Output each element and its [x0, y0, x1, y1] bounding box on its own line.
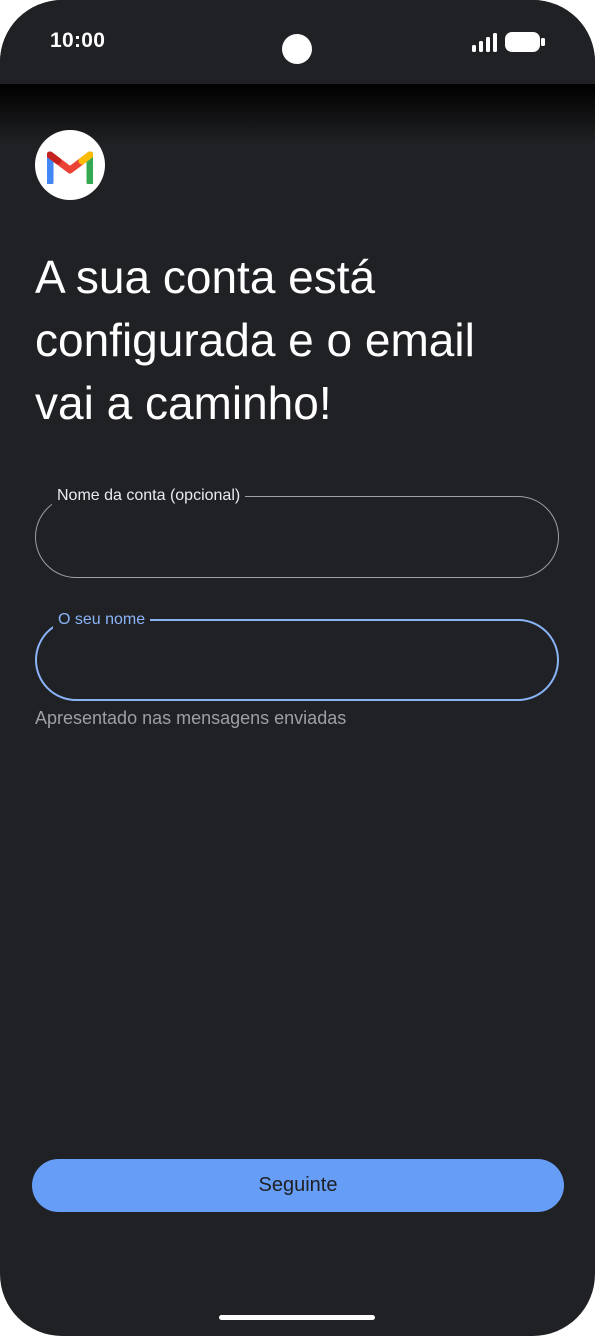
your-name-label: O seu nome: [53, 610, 151, 630]
signal-icon: [472, 33, 497, 52]
next-button[interactable]: Seguinte: [32, 1159, 564, 1212]
home-indicator[interactable]: [219, 1315, 375, 1320]
your-name-input[interactable]: [59, 643, 533, 679]
phone-screen: 10:00 A sua conta está configurada e o e…: [0, 0, 595, 1336]
account-name-label: Nome da conta (opcional): [52, 486, 246, 506]
your-name-field[interactable]: O seu nome: [35, 610, 559, 701]
battery-icon: [505, 32, 545, 52]
gmail-logo-icon: [35, 130, 105, 200]
your-name-helper-text: Apresentado nas mensagens enviadas: [35, 708, 347, 728]
front-camera: [282, 34, 312, 64]
account-name-input[interactable]: [58, 519, 532, 555]
account-name-field[interactable]: Nome da conta (opcional): [35, 486, 559, 578]
page-title: A sua conta está configurada e o email v…: [35, 251, 475, 429]
status-time: 10:00: [50, 29, 106, 52]
status-bar: 10:00: [0, 0, 595, 84]
